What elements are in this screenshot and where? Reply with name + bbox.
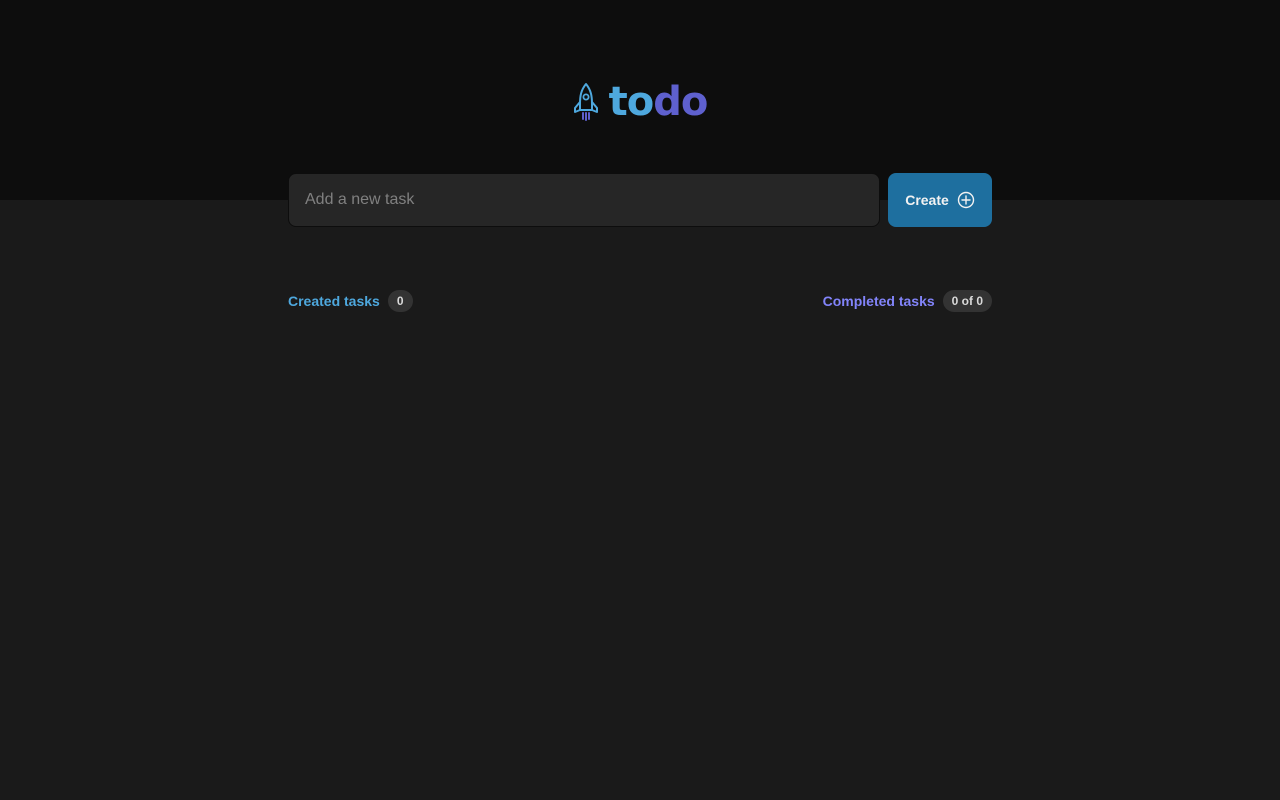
plus-circle-icon — [957, 191, 974, 209]
created-tasks-badge: 0 — [387, 290, 413, 312]
app-logo: todo — [0, 80, 1280, 124]
task-counters: Created tasks 0 Completed tasks 0 of 0 — [288, 290, 992, 312]
created-tasks-label: Created tasks — [288, 293, 380, 309]
new-task-input[interactable] — [288, 173, 880, 227]
created-tasks-counter: Created tasks 0 — [288, 290, 413, 312]
completed-tasks-badge: 0 of 0 — [942, 290, 992, 312]
logo-text: todo — [608, 79, 709, 125]
rocket-icon — [573, 83, 598, 121]
create-button[interactable]: Create — [888, 173, 992, 227]
logo-text-do: do — [653, 79, 708, 125]
header: todo — [0, 0, 1280, 200]
completed-tasks-counter: Completed tasks 0 of 0 — [823, 290, 992, 312]
completed-tasks-label: Completed tasks — [822, 293, 935, 309]
create-button-label: Create — [905, 192, 949, 208]
logo-text-to: to — [608, 79, 655, 125]
new-task-form: Create — [288, 173, 992, 227]
